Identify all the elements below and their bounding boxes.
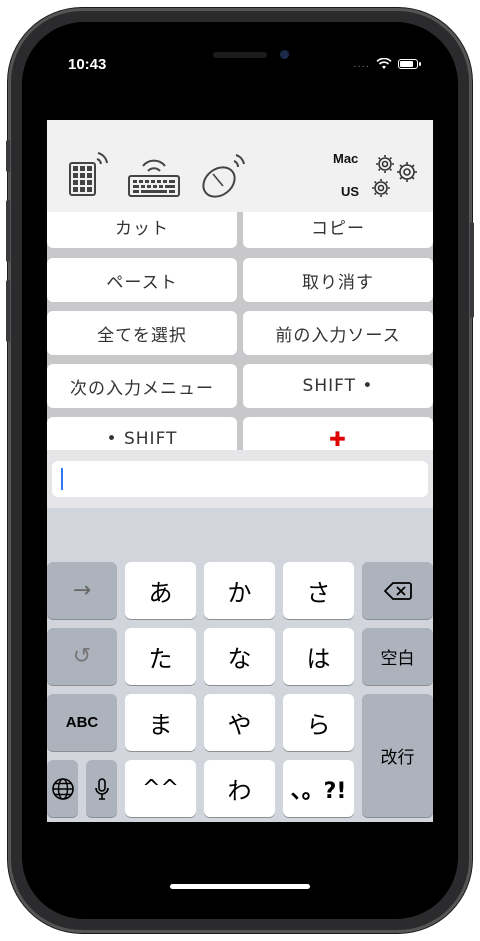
power-button (470, 222, 474, 318)
kana-key-ma[interactable]: ま (125, 694, 196, 751)
macro-cut-button[interactable]: カット (47, 212, 237, 248)
kana-key-a[interactable]: あ (125, 562, 196, 619)
wireless-mouse-icon[interactable] (199, 152, 249, 200)
kana-key-wa[interactable]: わ (204, 760, 275, 817)
kana-key-punctuation[interactable]: 、。?! (283, 760, 354, 817)
macro-add-button[interactable]: ✚ (243, 417, 433, 450)
abc-key[interactable]: ABC (47, 694, 117, 751)
kana-key-ta[interactable]: た (125, 628, 196, 685)
gears-icon[interactable] (367, 152, 423, 200)
mic-key[interactable] (86, 760, 117, 817)
kana-keyboard: → あ か さ ↺ た な は 空白 ABC ま や ら 改行 ^^ わ 、。?… (47, 508, 433, 822)
macro-undo-button[interactable]: 取り消す (243, 258, 433, 302)
kana-key-ra[interactable]: ら (283, 694, 354, 751)
kana-key-sa[interactable]: さ (283, 562, 354, 619)
mic-icon (94, 777, 109, 800)
kana-key-ha[interactable]: は (283, 628, 354, 685)
undo-icon: ↺ (72, 644, 92, 669)
kana-key-na[interactable]: な (204, 628, 275, 685)
kana-key-ya[interactable]: や (204, 694, 275, 751)
status-time: 10:43 (68, 56, 107, 73)
undo-key[interactable]: ↺ (47, 628, 117, 685)
signal-icon: .... (353, 58, 370, 70)
device-toolbar: Mac US (47, 120, 433, 212)
home-indicator[interactable] (170, 884, 310, 889)
macro-shift-left-button[interactable]: • SHIFT (47, 417, 237, 450)
backspace-icon (383, 581, 412, 600)
kana-key-ka[interactable]: か (204, 562, 275, 619)
macro-next-input-menu-button[interactable]: 次の入力メニュー (47, 364, 237, 408)
macro-shift-right-button[interactable]: SHIFT • (243, 364, 433, 408)
globe-key[interactable] (47, 760, 78, 817)
return-key[interactable]: 改行 (362, 694, 433, 817)
arrow-right-icon: → (72, 578, 92, 603)
kana-key-emoticon[interactable]: ^^ (125, 760, 196, 817)
wireless-keyboard-icon[interactable] (127, 158, 183, 200)
speaker (213, 52, 267, 58)
input-strip (47, 450, 433, 508)
text-input[interactable] (52, 461, 428, 497)
macro-select-all-button[interactable]: 全てを選択 (47, 311, 237, 355)
backspace-key[interactable] (362, 562, 433, 619)
app-screen: Mac US カット コピー ペースト 取り消す 全てを選択 前の入力ソース 次… (47, 120, 433, 822)
macro-prev-input-source-button[interactable]: 前の入力ソース (243, 311, 433, 355)
wireless-numpad-icon[interactable] (67, 150, 111, 198)
space-key[interactable]: 空白 (362, 628, 433, 685)
battery-icon (398, 59, 421, 69)
mac-label: Mac (333, 151, 359, 166)
silent-switch (6, 140, 10, 172)
macro-button-grid: カット コピー ペースト 取り消す 全てを選択 前の入力ソース 次の入力メニュー… (47, 212, 433, 450)
us-label: US (341, 184, 360, 199)
macro-paste-button[interactable]: ペースト (47, 258, 237, 302)
volume-down-button (6, 280, 10, 342)
status-icons: .... (353, 58, 421, 70)
front-camera (280, 50, 289, 59)
globe-icon (51, 777, 74, 800)
wifi-icon (376, 58, 392, 69)
macro-copy-button[interactable]: コピー (243, 212, 433, 248)
text-caret (61, 468, 63, 490)
arrow-right-key[interactable]: → (47, 562, 117, 619)
volume-up-button (6, 200, 10, 262)
